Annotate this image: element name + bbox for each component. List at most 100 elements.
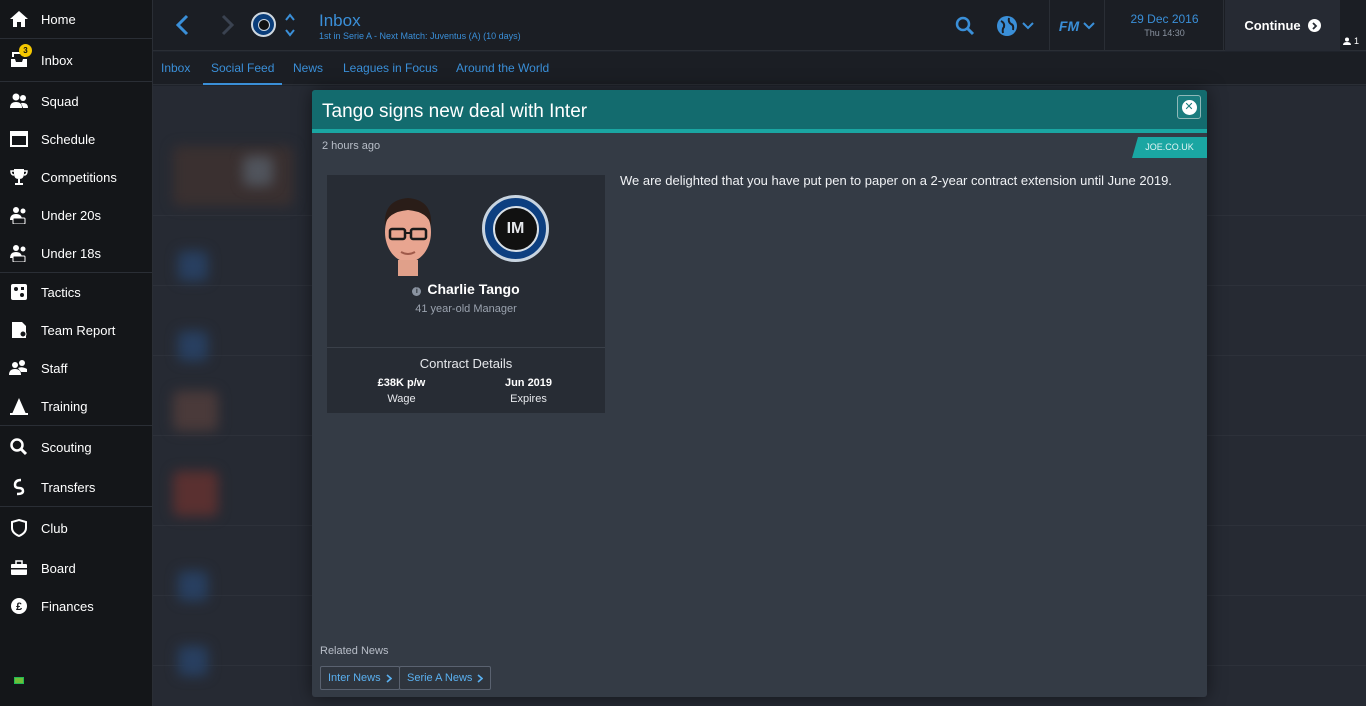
sidebar-item-competitions[interactable]: Competitions	[0, 158, 152, 196]
expires-value: Jun 2019	[504, 377, 553, 389]
manager-name: Charlie Tango	[427, 281, 520, 297]
related-news-button[interactable]: Inter News	[320, 666, 400, 690]
sidebar-item-label: Tactics	[41, 284, 81, 300]
sidebar-item-tactics[interactable]: Tactics	[0, 273, 152, 311]
search-button[interactable]	[954, 15, 976, 37]
world-menu-button[interactable]	[996, 13, 1041, 39]
tab-around-the-world[interactable]: Around the World	[456, 52, 549, 85]
sidebar-item-label: Scouting	[41, 439, 92, 455]
wage-column: £38K p/w Wage	[332, 377, 471, 405]
wage-value: £38K p/w	[377, 377, 426, 389]
date-display[interactable]: 29 Dec 2016 Thu 14:30	[1106, 0, 1224, 51]
sidebar-item-scouting[interactable]: Scouting	[0, 426, 152, 468]
expires-label: Expires	[510, 393, 547, 405]
sidebar-item-finances[interactable]: £ Finances	[0, 587, 152, 625]
pound-icon: £	[8, 595, 30, 617]
current-date: 29 Dec 2016	[1130, 12, 1199, 26]
sidebar-item-training[interactable]: Training	[0, 387, 152, 425]
sidebar-item-under20s[interactable]: Under 20s	[0, 196, 152, 234]
expires-column: Jun 2019 Expires	[459, 377, 598, 405]
tab-inbox[interactable]: Inbox	[161, 52, 190, 85]
sidebar-item-label: Squad	[41, 93, 79, 109]
sidebar-item-board[interactable]: Board	[0, 549, 152, 587]
sidebar-item-under18s[interactable]: Under 18s	[0, 234, 152, 272]
sidebar-item-label: Transfers	[41, 479, 96, 495]
related-news-button[interactable]: Serie A News	[399, 666, 492, 690]
tactics-icon	[8, 281, 30, 303]
staff-icon	[8, 357, 30, 379]
close-button[interactable]: ✕	[1177, 95, 1201, 119]
calendar-icon	[8, 128, 30, 150]
page-title: Inbox	[319, 11, 361, 30]
sidebar-item-label: Training	[41, 398, 88, 414]
continue-button[interactable]: Continue	[1225, 0, 1340, 51]
sidebar-item-label: Competitions	[41, 169, 117, 185]
related-news-label: Related News	[320, 645, 389, 657]
sidebar-item-club[interactable]: Club	[0, 507, 152, 549]
current-time: Thu 14:30	[1144, 28, 1185, 38]
club-switch-icon[interactable]	[284, 12, 296, 38]
article-title: Tango signs new deal with Inter	[322, 101, 588, 122]
info-icon[interactable]: i	[412, 287, 422, 296]
related-news-label: Serie A News	[407, 672, 473, 684]
user-count-value: 1	[1354, 36, 1360, 46]
transfers-icon	[8, 476, 30, 498]
sidebar-item-team-report[interactable]: Team Report	[0, 311, 152, 349]
club-crest-icon[interactable]: IM	[482, 195, 549, 262]
sidebar-item-label: Staff	[41, 360, 68, 376]
briefcase-icon	[8, 557, 30, 579]
manager-description: 41 year-old Manager	[415, 303, 517, 315]
sidebar-item-label: Inbox	[41, 52, 73, 68]
sidebar-item-schedule[interactable]: Schedule	[0, 120, 152, 158]
sidebar-item-label: Board	[41, 560, 76, 576]
news-article-dialog: Tango signs new deal with Inter ✕ 2 hour…	[312, 90, 1207, 697]
shield-icon	[8, 517, 30, 539]
sidebar-item-label: Club	[41, 520, 68, 536]
fm-menu-button[interactable]: FM	[1049, 0, 1105, 51]
search-icon	[8, 436, 30, 458]
sidebar: Home 3 Inbox Squad Schedule Competitions…	[0, 0, 153, 706]
status-indicator-icon[interactable]	[14, 677, 24, 684]
training-icon	[8, 395, 30, 417]
close-icon: ✕	[1181, 99, 1197, 115]
contract-card: IM i Charlie Tango 41 year-old Manager Co…	[327, 175, 605, 413]
article-body: We are delighted that you have put pen t…	[620, 173, 1172, 188]
tab-bar: Inbox Social Feed News Leagues in Focus …	[153, 52, 1366, 85]
home-icon	[8, 8, 30, 30]
page-subtitle: 1st in Serie A - Next Match: Juventus (A…	[319, 31, 521, 41]
article-timestamp: 2 hours ago	[322, 140, 381, 152]
sidebar-item-label: Under 20s	[41, 207, 101, 223]
u18-icon	[8, 242, 30, 264]
squad-icon	[8, 90, 30, 112]
sidebar-item-staff[interactable]: Staff	[0, 349, 152, 387]
report-icon	[8, 319, 30, 341]
tab-leagues-in-focus[interactable]: Leagues in Focus	[343, 52, 438, 85]
article-source[interactable]: JOE.CO.UK	[1132, 137, 1207, 158]
sidebar-item-label: Schedule	[41, 131, 96, 147]
chevron-down-icon	[1083, 21, 1095, 29]
manager-avatar[interactable]	[377, 192, 439, 276]
manager-name-row[interactable]: i Charlie Tango	[327, 281, 605, 297]
continue-label: Continue	[1244, 18, 1301, 33]
contract-details-title: Contract Details	[419, 356, 513, 371]
sidebar-item-transfers[interactable]: Transfers	[0, 468, 152, 506]
trophy-icon	[8, 166, 30, 188]
sidebar-item-label: Home	[41, 11, 76, 27]
club-badge-icon[interactable]	[251, 12, 276, 37]
chevron-right-icon	[1307, 19, 1321, 32]
sidebar-item-label: Finances	[41, 598, 94, 614]
inbox-badge: 3	[19, 44, 32, 57]
tab-social-feed[interactable]: Social Feed	[203, 52, 283, 85]
sidebar-item-squad[interactable]: Squad	[0, 82, 152, 120]
globe-icon	[997, 16, 1017, 36]
tab-news[interactable]: News	[293, 52, 323, 85]
divider	[327, 347, 605, 348]
sidebar-item-inbox[interactable]: 3 Inbox	[0, 39, 152, 81]
chevron-right-icon	[477, 673, 484, 683]
related-news-label: Inter News	[328, 672, 381, 684]
back-arrow-icon[interactable]	[173, 13, 193, 37]
chevron-down-icon	[1022, 22, 1034, 30]
wage-label: Wage	[387, 393, 416, 405]
sidebar-item-home[interactable]: Home	[0, 0, 152, 38]
forward-arrow-icon[interactable]	[217, 13, 237, 37]
